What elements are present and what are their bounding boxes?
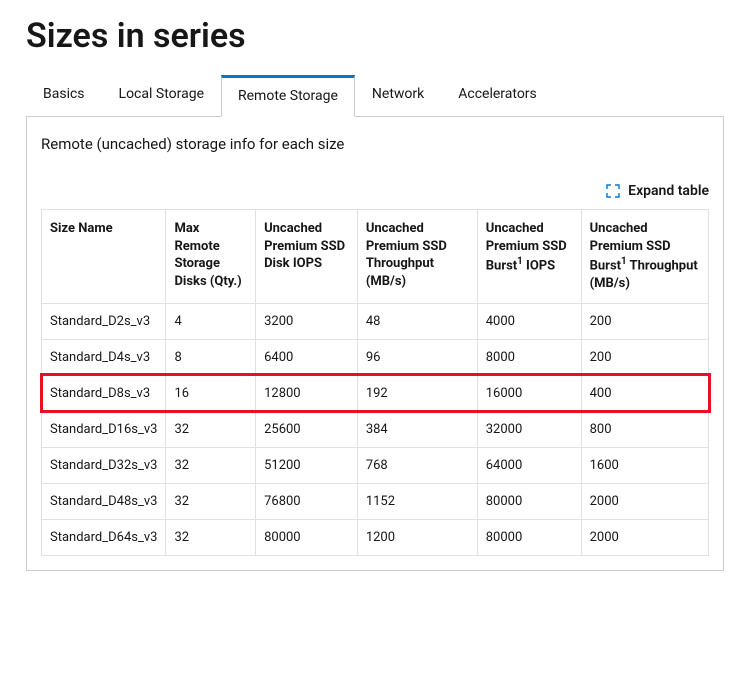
table-body: Standard_D2s_v3 4 3200 48 4000 200 Stand… (42, 303, 709, 555)
cell-iops: 6400 (256, 339, 358, 375)
cell-burst-tput: 200 (581, 339, 708, 375)
table-row: Standard_D4s_v3 8 6400 96 8000 200 (42, 339, 709, 375)
cell-size-name: Standard_D2s_v3 (42, 303, 166, 339)
cell-tput: 48 (357, 303, 477, 339)
tab-accelerators[interactable]: Accelerators (441, 75, 554, 117)
cell-max-disks: 32 (166, 447, 256, 483)
cell-size-name: Standard_D48s_v3 (42, 483, 166, 519)
cell-iops: 80000 (256, 519, 358, 555)
cell-iops: 51200 (256, 447, 358, 483)
cell-size-name: Standard_D32s_v3 (42, 447, 166, 483)
cell-burst-iops: 16000 (477, 375, 581, 411)
cell-max-disks: 4 (166, 303, 256, 339)
table-row: Standard_D32s_v3 32 51200 768 64000 1600 (42, 447, 709, 483)
cell-iops: 3200 (256, 303, 358, 339)
tab-network[interactable]: Network (355, 75, 441, 117)
tab-remote-storage[interactable]: Remote Storage (221, 75, 355, 117)
cell-tput: 192 (357, 375, 477, 411)
table-row: Standard_D16s_v3 32 25600 384 32000 800 (42, 411, 709, 447)
cell-burst-iops: 80000 (477, 483, 581, 519)
cell-burst-iops: 8000 (477, 339, 581, 375)
cell-tput: 768 (357, 447, 477, 483)
cell-size-name: Standard_D8s_v3 (42, 375, 166, 411)
cell-max-disks: 32 (166, 519, 256, 555)
sizes-table: Size Name Max Remote Storage Disks (Qty.… (41, 209, 709, 556)
tab-panel-remote-storage: Remote (uncached) storage info for each … (26, 117, 724, 571)
cell-tput: 1200 (357, 519, 477, 555)
cell-tput: 384 (357, 411, 477, 447)
table-header-row: Size Name Max Remote Storage Disks (Qty.… (42, 210, 709, 304)
col-max-disks: Max Remote Storage Disks (Qty.) (166, 210, 256, 304)
tab-local-storage[interactable]: Local Storage (102, 75, 221, 117)
cell-max-disks: 32 (166, 483, 256, 519)
cell-burst-iops: 4000 (477, 303, 581, 339)
page-title: Sizes in series (26, 16, 724, 56)
col-uncached-iops: Uncached Premium SSD Disk IOPS (256, 210, 358, 304)
cell-iops: 12800 (256, 375, 358, 411)
cell-max-disks: 16 (166, 375, 256, 411)
cell-burst-tput: 400 (581, 375, 708, 411)
cell-burst-iops: 64000 (477, 447, 581, 483)
expand-table-button[interactable]: Expand table (41, 183, 709, 199)
cell-burst-tput: 200 (581, 303, 708, 339)
cell-tput: 1152 (357, 483, 477, 519)
cell-iops: 76800 (256, 483, 358, 519)
cell-size-name: Standard_D16s_v3 (42, 411, 166, 447)
tab-basics[interactable]: Basics (26, 75, 102, 117)
cell-burst-tput: 2000 (581, 483, 708, 519)
col-burst-iops: Uncached Premium SSD Burst1 IOPS (477, 210, 581, 304)
cell-size-name: Standard_D64s_v3 (42, 519, 166, 555)
cell-max-disks: 32 (166, 411, 256, 447)
cell-burst-tput: 2000 (581, 519, 708, 555)
col-size-name: Size Name (42, 210, 166, 304)
table-row-highlighted: Standard_D8s_v3 16 12800 192 16000 400 (42, 375, 709, 411)
expand-icon (606, 184, 620, 198)
panel-heading: Remote (uncached) storage info for each … (41, 135, 709, 153)
table-row: Standard_D48s_v3 32 76800 1152 80000 200… (42, 483, 709, 519)
table-row: Standard_D64s_v3 32 80000 1200 80000 200… (42, 519, 709, 555)
cell-burst-tput: 1600 (581, 447, 708, 483)
col-uncached-tput: Uncached Premium SSD Throughput (MB/s) (357, 210, 477, 304)
expand-table-label: Expand table (628, 183, 709, 199)
table-row: Standard_D2s_v3 4 3200 48 4000 200 (42, 303, 709, 339)
cell-burst-tput: 800 (581, 411, 708, 447)
cell-burst-iops: 32000 (477, 411, 581, 447)
cell-size-name: Standard_D4s_v3 (42, 339, 166, 375)
cell-max-disks: 8 (166, 339, 256, 375)
col-burst-tput: Uncached Premium SSD Burst1 Throughput (… (581, 210, 708, 304)
cell-iops: 25600 (256, 411, 358, 447)
cell-burst-iops: 80000 (477, 519, 581, 555)
cell-tput: 96 (357, 339, 477, 375)
tab-bar: Basics Local Storage Remote Storage Netw… (26, 74, 724, 117)
